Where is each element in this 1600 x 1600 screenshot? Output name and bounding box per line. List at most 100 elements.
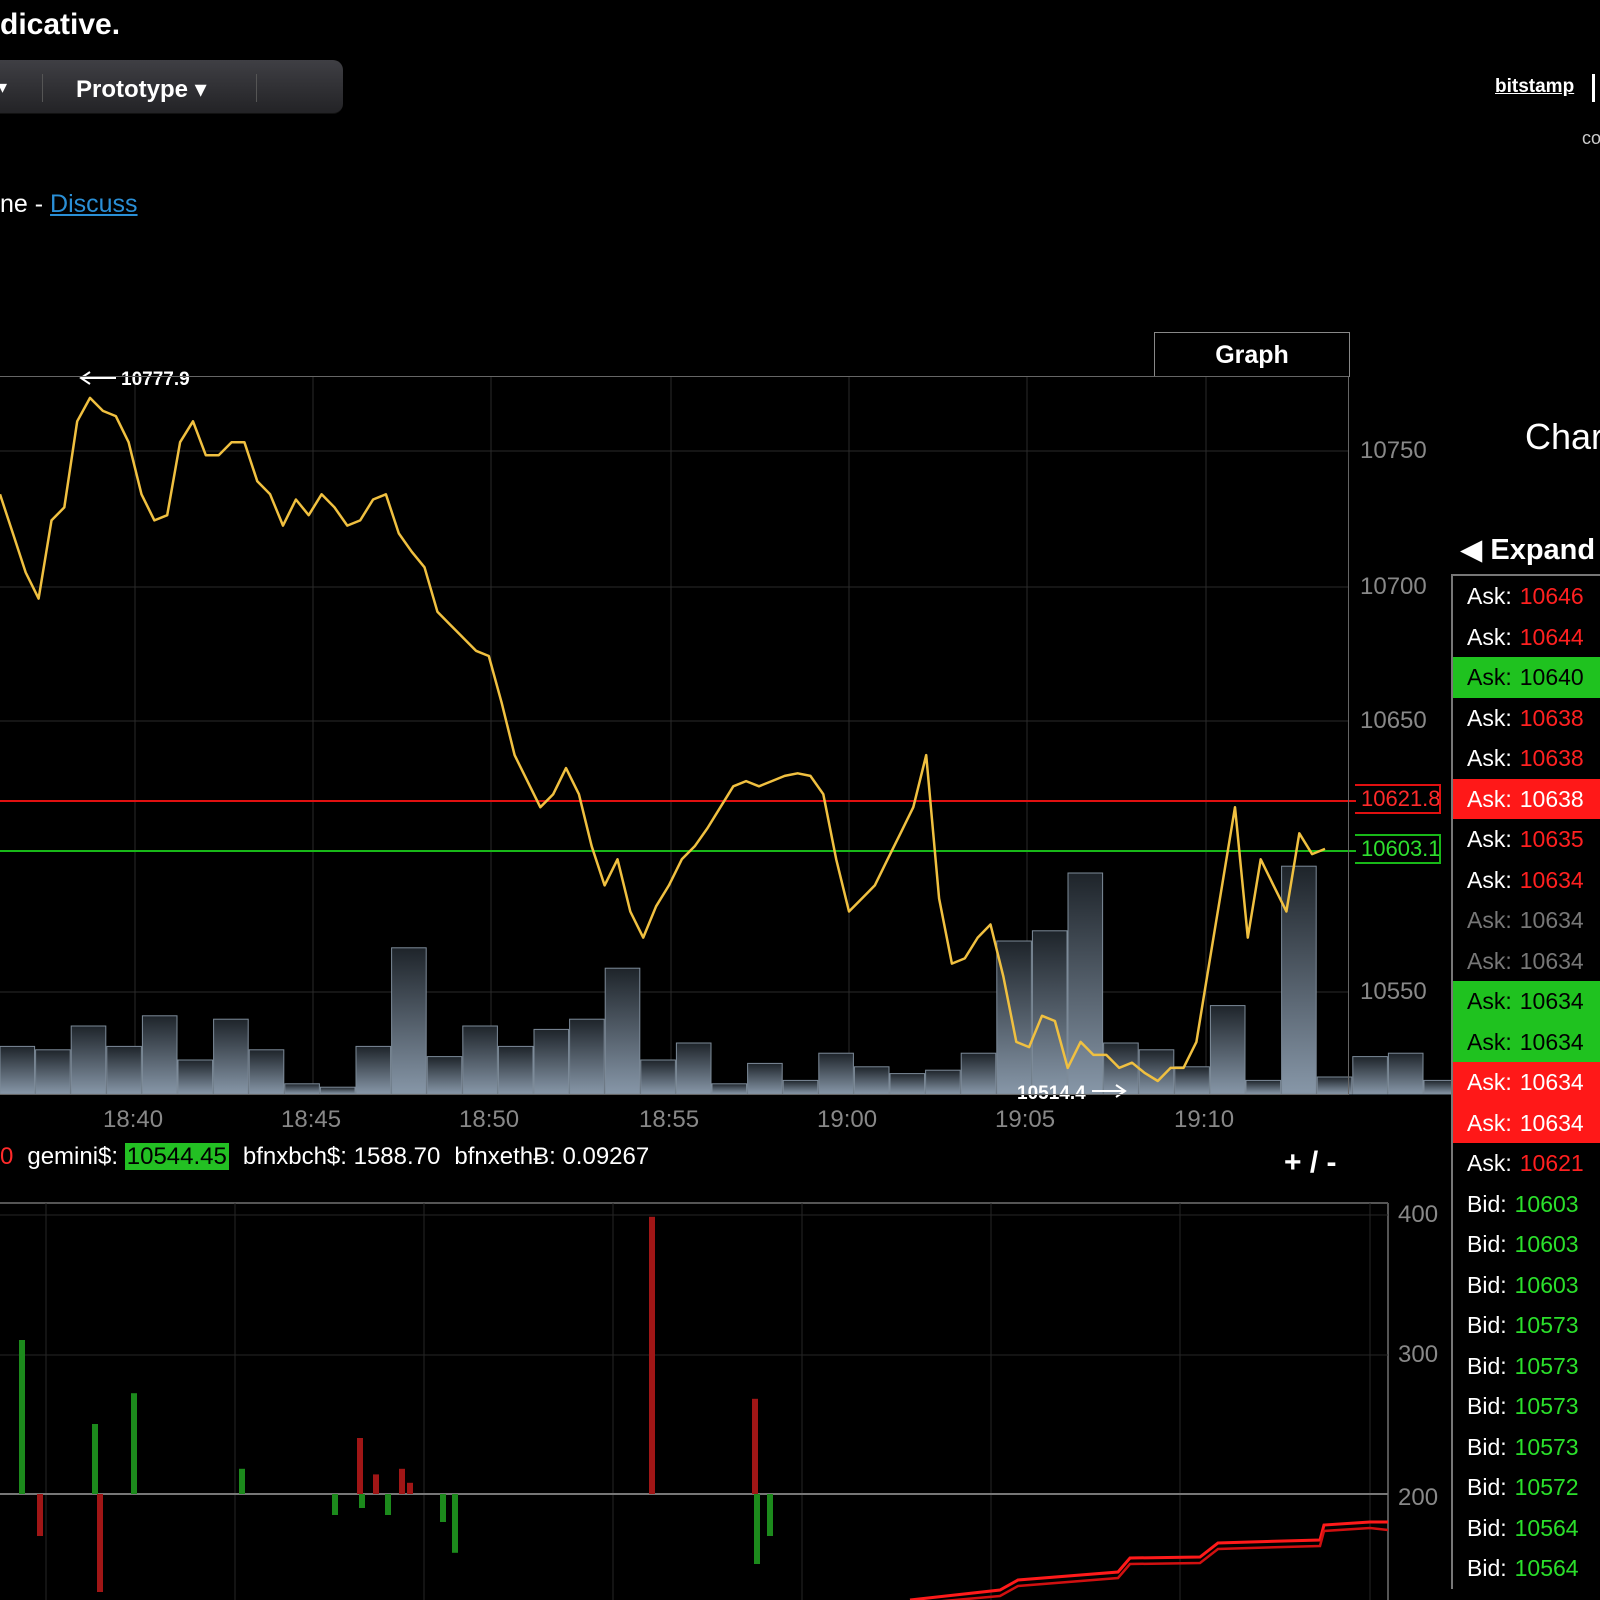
order-price-value: 10573 [1514, 1312, 1579, 1338]
high-price-label: 10777.9 [121, 369, 190, 390]
order-price-value: 10564 [1514, 1555, 1579, 1581]
volume-bar [604, 967, 641, 1095]
volume-bar [640, 1059, 676, 1095]
order-book-row[interactable]: Bid: 10572 [1453, 1467, 1600, 1508]
order-side-label: Ask: [1467, 785, 1512, 812]
order-book-row[interactable]: Ask: 10638 [1453, 778, 1600, 819]
order-book-row[interactable]: Ask: 10634 [1453, 900, 1600, 941]
order-side-label: Ask: [1467, 866, 1512, 893]
ticker-lead-value: 0 [0, 1143, 14, 1170]
price-y-tick: 10650 [1360, 707, 1427, 734]
order-book-row[interactable]: Bid: 10573 [1453, 1386, 1600, 1427]
volume-bar [996, 940, 1032, 1095]
order-price-value: 10634 [1519, 907, 1584, 933]
order-book-row[interactable]: Ask: 10634 [1453, 1021, 1600, 1062]
price-x-tick: 18:55 [639, 1106, 700, 1133]
price-y-tick: 10550 [1360, 978, 1427, 1005]
order-book-row[interactable]: Ask: 10634 [1453, 1062, 1600, 1103]
ticker-value-gemini: 10544.45 [124, 1143, 229, 1170]
price-line [0, 396, 1326, 1083]
ticker-label-bfnxbch: bfnxbch$: [242, 1143, 347, 1170]
depth-bar-green [452, 1494, 458, 1553]
order-side-label: Ask: [1467, 1150, 1512, 1176]
depth-bar-red [399, 1468, 405, 1494]
volume-bar [177, 1059, 214, 1095]
order-price-value: 10634 [1519, 947, 1584, 974]
order-book-row[interactable]: Bid: 10603 [1453, 1265, 1600, 1306]
low-price-label: 10514.4 [1017, 1083, 1086, 1104]
volume-bar [497, 1045, 534, 1095]
order-book-row[interactable]: Ask: 10634 [1453, 860, 1600, 901]
sidebar-title: Char [1525, 416, 1600, 457]
price-x-tick: 19:10 [1174, 1106, 1235, 1133]
order-side-label: Ask: [1467, 1028, 1512, 1055]
order-book-row[interactable]: Ask: 10634 [1453, 981, 1600, 1022]
order-price-value: 10573 [1514, 1393, 1579, 1419]
order-side-label: Bid: [1467, 1271, 1507, 1298]
ticker-strip: 0 gemini$: 10544.45 bfnxbch$: 1588.70 bfnxe… [0, 1143, 649, 1171]
order-book-row[interactable]: Ask: 10646 [1453, 576, 1600, 617]
zoom-control[interactable]: + / - [1284, 1146, 1337, 1180]
depth-bar-red [752, 1398, 758, 1494]
depth-y-tick: 400 [1398, 1201, 1439, 1228]
volume-bar [248, 1049, 285, 1095]
order-price-value: 10634 [1519, 1109, 1584, 1136]
depth-bar-green [239, 1468, 245, 1494]
order-price-value: 10634 [1519, 1028, 1584, 1055]
volume-bar [1316, 1076, 1353, 1095]
volume-bar [284, 1083, 320, 1095]
order-book-row[interactable]: Bid: 10573 [1453, 1427, 1600, 1468]
order-book-row[interactable]: Bid: 10603 [1453, 1224, 1600, 1265]
volume-bar [818, 1052, 854, 1095]
volume-bar [355, 1045, 392, 1095]
order-book-row[interactable]: Ask: 10638 [1453, 698, 1600, 739]
order-book-row[interactable]: Ask: 10635 [1453, 819, 1600, 860]
volume-bar [711, 1083, 748, 1095]
order-side-label: Bid: [1467, 1190, 1507, 1217]
order-side-label: Bid: [1467, 1352, 1507, 1379]
order-book-row[interactable]: Ask: 10638 [1453, 738, 1600, 779]
order-book-row[interactable]: Bid: 10603 [1453, 1184, 1600, 1225]
volume-bar [319, 1086, 356, 1095]
volume-bar [426, 1056, 463, 1095]
ask-price-tag: 10621.8 [1355, 784, 1441, 814]
ticker-label-gemini: gemini$: [27, 1143, 119, 1170]
order-price-value: 10572 [1514, 1474, 1579, 1500]
order-price-value: 10603 [1514, 1271, 1579, 1298]
depth-bar-green [754, 1494, 760, 1564]
order-book-row[interactable]: Ask: 10644 [1453, 617, 1600, 658]
order-side-label: Bid: [1467, 1555, 1507, 1581]
order-book-row[interactable]: Bid: 10573 [1453, 1346, 1600, 1387]
order-book-row[interactable]: Bid: 10564 [1453, 1508, 1600, 1549]
ticker-label-bfnxeth: bfnxethɃ: [454, 1143, 556, 1170]
order-side-label: Ask: [1467, 664, 1512, 690]
order-book-row[interactable]: Ask: 10634 [1453, 1102, 1600, 1143]
price-x-tick: 18:45 [281, 1106, 342, 1133]
order-book-row[interactable]: Bid: 10564 [1453, 1548, 1600, 1589]
order-price-value: 10564 [1514, 1514, 1579, 1541]
depth-bar-green [385, 1494, 391, 1515]
order-price-value: 10603 [1514, 1231, 1579, 1257]
volume-bar [35, 1049, 71, 1095]
order-side-label: Bid: [1467, 1514, 1507, 1541]
expand-button[interactable]: ◀ Expand [1460, 532, 1595, 567]
volume-bar [1352, 1056, 1388, 1095]
order-book-row[interactable]: Bid: 10573 [1453, 1305, 1600, 1346]
order-side-label: Bid: [1467, 1231, 1507, 1257]
depth-bar-green [767, 1494, 773, 1536]
price-x-tick: 18:40 [103, 1106, 164, 1133]
order-book-row[interactable]: Ask: 10640 [1453, 657, 1600, 698]
order-side-label: Ask: [1467, 907, 1512, 933]
volume-bar [533, 1028, 570, 1095]
order-book: Ask: 10646 Ask: 10644 Ask: 10640 Ask: 10638 Ask:… [1451, 574, 1600, 1589]
volume-bar [1209, 1005, 1246, 1095]
depth-bar-red [97, 1494, 103, 1592]
order-price-value: 10634 [1519, 988, 1584, 1014]
depth-bar-green [359, 1494, 365, 1508]
price-x-tick: 19:00 [817, 1106, 878, 1133]
order-side-label: Ask: [1467, 583, 1512, 609]
depth-bar-red [37, 1494, 43, 1536]
order-side-label: Ask: [1467, 623, 1512, 650]
order-book-row[interactable]: Ask: 10621 [1453, 1143, 1600, 1184]
order-book-row[interactable]: Ask: 10634 [1453, 941, 1600, 982]
